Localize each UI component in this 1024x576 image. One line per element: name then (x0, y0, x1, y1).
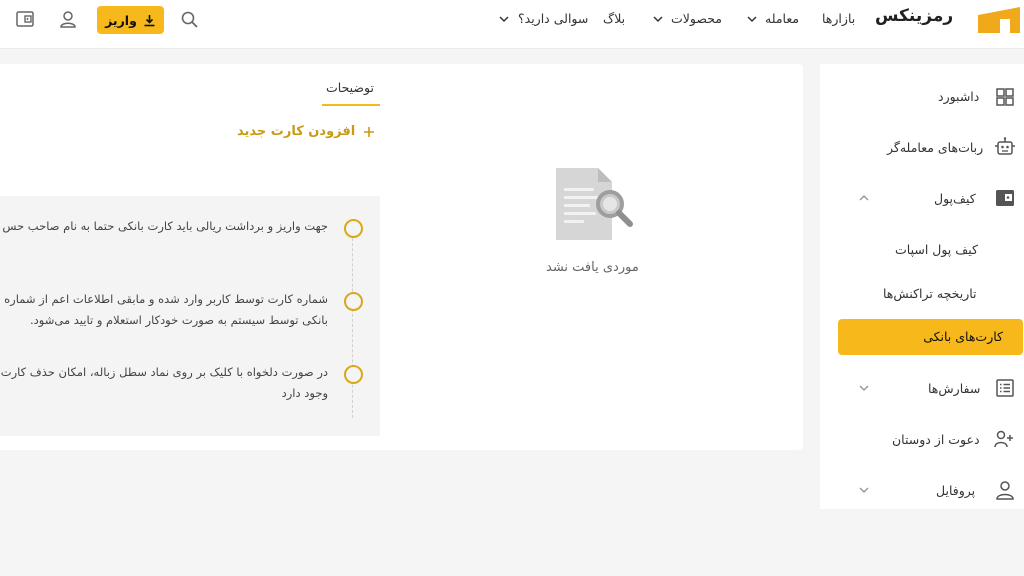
add-card-label: افزودن کارت جدید (237, 124, 356, 139)
robot-icon (995, 137, 1015, 155)
bullet-icon (344, 219, 363, 238)
nav-faq[interactable]: سوالی دارید؟ (518, 11, 588, 26)
nav-markets[interactable]: بازارها (822, 11, 855, 26)
chevron-up-icon[interactable] (857, 191, 871, 205)
sidebar-item-dashboard[interactable]: داشبورد (938, 89, 979, 104)
nav-blog[interactable]: بلاگ (603, 11, 625, 26)
add-card-button[interactable]: افزودن کارت جدید (237, 124, 375, 139)
tab-description[interactable]: توضیحات (326, 80, 374, 95)
info-item-3-line-2: وجود دارد (281, 386, 328, 400)
info-item-1-line-1: جهت واریز و برداشت ریالی باید کارت بانکی… (2, 219, 328, 233)
chevron-down-icon[interactable] (652, 13, 664, 25)
deposit-label: واریز (105, 12, 137, 28)
user-icon (996, 481, 1014, 500)
logo-text[interactable]: رمزینکس (875, 6, 954, 26)
tab-underline (322, 104, 380, 106)
chevron-down-icon[interactable] (746, 13, 758, 25)
dashboard-icon (996, 88, 1014, 106)
sidebar-item-bank-cards-label: کارت‌های بانکی (923, 329, 1003, 344)
sidebar-item-bots[interactable]: ربات‌های معامله‌گر (887, 140, 983, 155)
search-icon[interactable] (180, 10, 200, 30)
empty-document-icon (556, 168, 633, 240)
sidebar-item-transactions[interactable]: تاریخچه تراکنش‌ها (883, 286, 977, 301)
info-item-2-line-2: بانکی توسط سیستم به صورت خودکار استعلام … (30, 313, 328, 327)
download-icon (144, 14, 155, 26)
top-navbar: رمزینکس بازارها معامله محصولات بلاگ سوال… (0, 0, 1024, 49)
add-user-icon (994, 430, 1013, 448)
deposit-button[interactable]: واریز (97, 6, 164, 34)
sidebar-item-wallet[interactable]: کیف‌پول (934, 191, 976, 206)
wallet-icon[interactable] (15, 9, 35, 29)
sidebar-item-profile[interactable]: پروفایل (936, 483, 975, 498)
info-item-2-line-1: شماره کارت توسط کاربر وارد شده و مابقی ا… (0, 292, 328, 306)
nav-trade[interactable]: معامله (765, 11, 799, 26)
info-item-3-line-1: در صورت دلخواه با کلیک بر روی نماد سطل ز… (0, 365, 328, 379)
plus-icon (364, 126, 375, 137)
wallet-icon (996, 190, 1014, 206)
timeline-line (352, 228, 353, 418)
sidebar-item-invite[interactable]: دعوت از دوستان (892, 432, 980, 447)
user-icon[interactable] (58, 9, 78, 29)
sidebar-item-spot-wallet[interactable]: کیف پول اسپات (895, 242, 978, 257)
chevron-down-icon[interactable] (857, 483, 871, 497)
chevron-down-icon[interactable] (857, 381, 871, 395)
bullet-icon (344, 365, 363, 384)
list-icon (996, 379, 1014, 397)
chevron-down-icon[interactable] (498, 13, 510, 25)
empty-state-text: موردی یافت نشد (546, 260, 639, 275)
nav-products[interactable]: محصولات (671, 11, 722, 26)
sidebar-item-orders[interactable]: سفارش‌ها (928, 381, 980, 396)
logo-icon[interactable] (976, 5, 1022, 35)
bullet-icon (344, 292, 363, 311)
sidebar-item-bank-cards[interactable]: کارت‌های بانکی (838, 319, 1023, 355)
info-box: جهت واریز و برداشت ریالی باید کارت بانکی… (0, 196, 380, 436)
